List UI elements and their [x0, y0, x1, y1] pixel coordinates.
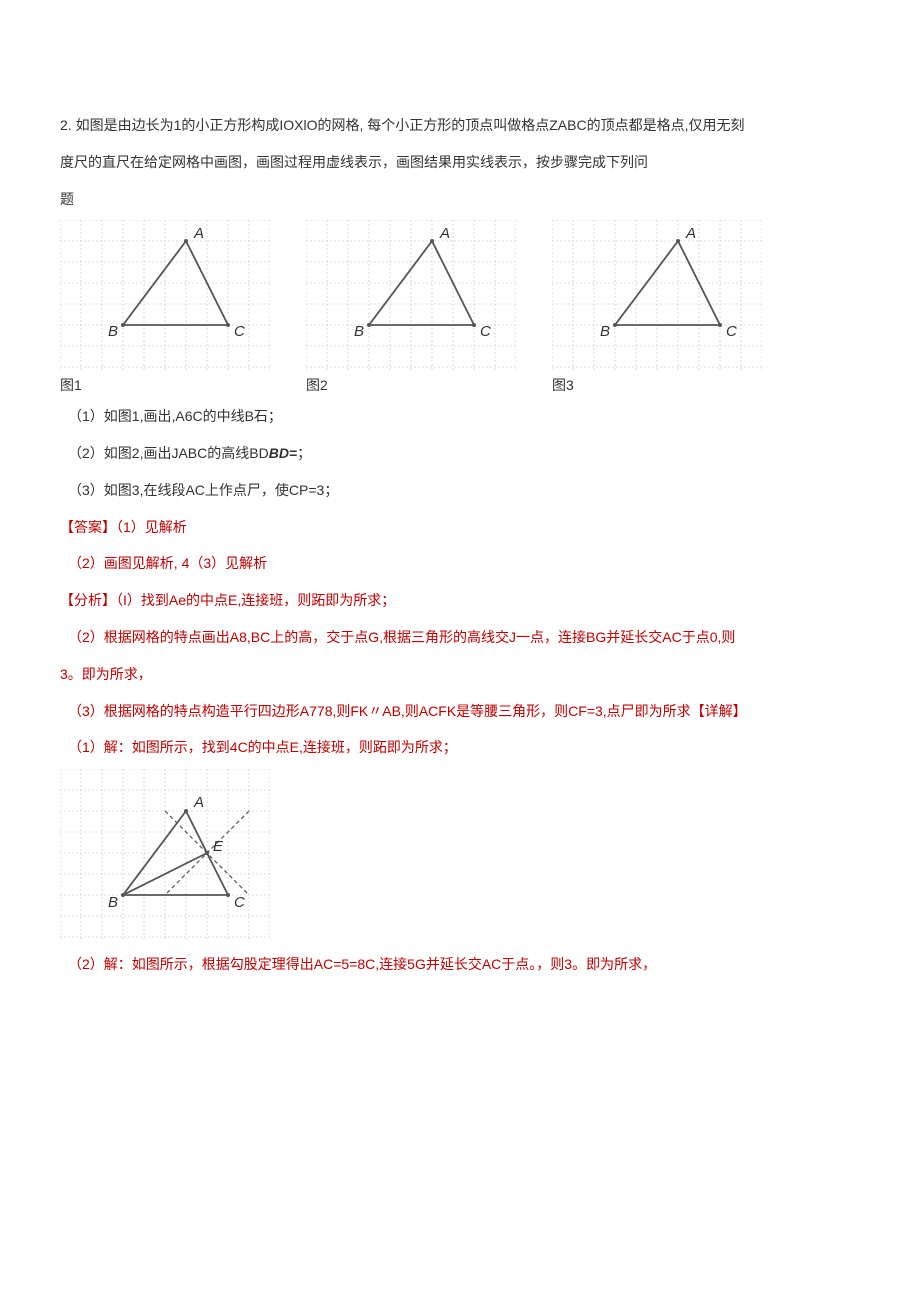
subquestion-3: （3）如图3,在线段AC上作点尸，使CP=3； — [60, 475, 860, 506]
solution-1-figure: A B C E — [60, 769, 860, 939]
question-stem-line3: 题 — [60, 184, 860, 215]
grid-svg-2: A B C — [306, 220, 516, 370]
sub2-text: （2）如图2,画出JABC的高线BD — [68, 445, 269, 461]
analysis-2b: 3。即为所求， — [60, 659, 860, 690]
answer-line2: （2）画图见解析, 4（3）见解析 — [60, 548, 860, 579]
subquestion-1: （1）如图1,画出,A6C的中线B石； — [60, 401, 860, 432]
vertex-b: B — [108, 323, 118, 340]
vertex-a: A — [685, 225, 696, 242]
figure-2: A B C 图2 — [306, 220, 516, 401]
figure-3-label: 图3 — [552, 370, 762, 401]
vertex-a: A — [439, 225, 450, 242]
vertex-c: C — [726, 323, 737, 340]
answer-head: 【答案】（1）见解析 — [60, 512, 860, 543]
detail-tag: 【详解】 — [691, 703, 747, 719]
vertex-b: B — [600, 323, 610, 340]
figure-1-label: 图1 — [60, 370, 270, 401]
stem-text-1: 如图是由边长为1的小正方形构成IOXlO的网格, 每个小正方形的顶点叫做格点ZA… — [76, 117, 745, 133]
sub2-bd: BD= — [269, 445, 297, 461]
figure-1: A B C 图1 — [60, 220, 270, 401]
figure-2-label: 图2 — [306, 370, 516, 401]
grid-svg-sol1: A B C E — [60, 769, 270, 939]
analysis-3: （3）根据网格的特点构造平行四边形A778,则FK〃AB,则ACFK是等腰三角形… — [60, 696, 860, 727]
vertex-b: B — [354, 323, 364, 340]
grid-svg-3: A B C — [552, 220, 762, 370]
vertex-c: C — [480, 323, 491, 340]
vertex-a: A — [193, 225, 204, 242]
sub2-tail: ； — [297, 445, 311, 461]
analysis-3-text: （3）根据网格的特点构造平行四边形A778,则FK〃AB,则ACFK是等腰三角形… — [68, 703, 691, 719]
analysis-2a: （2）根据网格的特点画出A8,BC上的高，交于点G,根据三角形的高线交J一点，连… — [60, 622, 860, 653]
figure-3: A B C 图3 — [552, 220, 762, 401]
vertex-e: E — [213, 838, 224, 855]
question-number: 2. — [60, 117, 76, 133]
question-stem-line2: 度尺的直尺在给定网格中画图，画图过程用虚线表示，画图结果用实线表示，按步骤完成下… — [60, 147, 860, 178]
vertex-c: C — [234, 323, 245, 340]
figures-row: A B C 图1 A B C 图2 A B — [60, 220, 860, 401]
vertex-c: C — [234, 894, 245, 911]
solution-2: （2）解：如图所示，根据勾股定理得出AC=5=8C,连接5G并延长交AC于点。，… — [60, 949, 860, 980]
analysis-head: 【分析】（I）找到Ae的中点E,连接班，则跖即为所求； — [60, 585, 860, 616]
vertex-a: A — [193, 794, 204, 811]
solution-1: （1）解：如图所示，找到4C的中点E,连接班，则跖即为所求； — [60, 732, 860, 763]
vertex-b: B — [108, 894, 118, 911]
subquestion-2: （2）如图2,画出JABC的高线BDBD=； — [60, 438, 860, 469]
question-stem-line1: 2. 如图是由边长为1的小正方形构成IOXlO的网格, 每个小正方形的顶点叫做格… — [60, 110, 860, 141]
grid-svg-1: A B C — [60, 220, 270, 370]
